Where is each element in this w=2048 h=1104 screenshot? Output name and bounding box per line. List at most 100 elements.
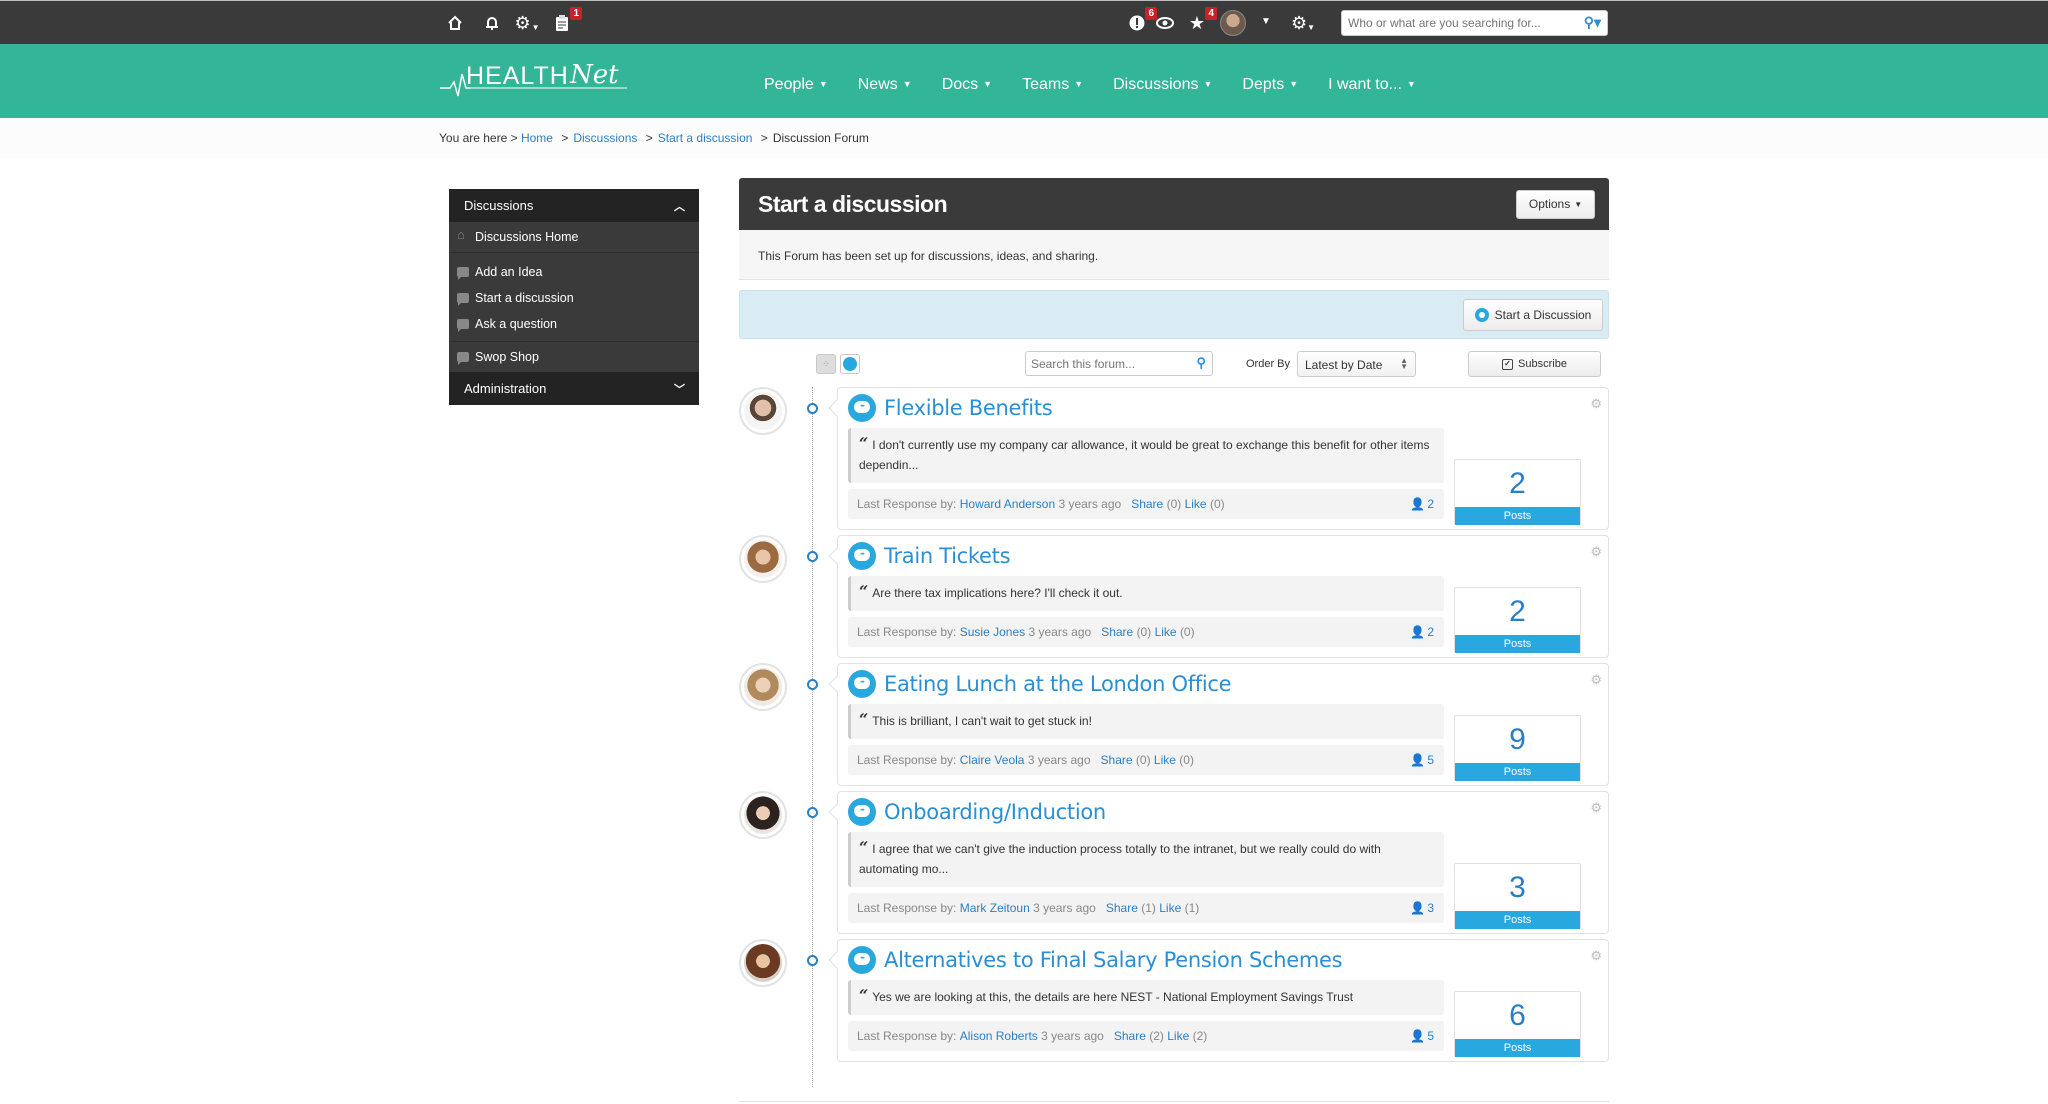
- nav-teams[interactable]: Teams ▼: [1022, 76, 1083, 94]
- discussion-title-link[interactable]: Onboarding/Induction: [838, 792, 1608, 832]
- participants-count[interactable]: 👤 5: [1410, 753, 1434, 767]
- start-discussion-button[interactable]: Start a Discussion: [1463, 299, 1603, 331]
- sidebar-item-ask-question[interactable]: Ask a question: [449, 311, 699, 337]
- author-avatar[interactable]: [739, 663, 787, 711]
- last-response-label: Last Response by:: [857, 1029, 957, 1043]
- options-button[interactable]: Options ▼: [1516, 189, 1595, 219]
- sidebar-item-label: Ask a question: [475, 317, 557, 331]
- author-avatar[interactable]: [739, 791, 787, 839]
- global-search-input[interactable]: [1342, 11, 1567, 35]
- posts-count-box[interactable]: 2 Posts: [1454, 587, 1581, 653]
- breadcrumb-separator: >: [760, 131, 768, 145]
- star-badge: 4: [1205, 7, 1217, 20]
- sidebar-section-administration[interactable]: Administration ﹀: [449, 372, 699, 405]
- user-menu-caret-icon[interactable]: ▼: [1261, 16, 1271, 27]
- discussion-title-link[interactable]: Alternatives to Final Salary Pension Sch…: [838, 940, 1608, 980]
- user-avatar[interactable]: [1220, 10, 1246, 36]
- view-switcher: ⁘: [816, 354, 860, 374]
- posts-count-box[interactable]: 2 Posts: [1454, 459, 1581, 525]
- posts-count-box[interactable]: 9 Posts: [1454, 715, 1581, 781]
- nav-label: People: [764, 76, 814, 93]
- quote-icon: “: [859, 838, 869, 857]
- like-link[interactable]: Like: [1185, 497, 1207, 511]
- author-avatar[interactable]: [739, 939, 787, 987]
- posts-count-box[interactable]: 6 Posts: [1454, 991, 1581, 1057]
- like-link[interactable]: Like: [1155, 625, 1177, 639]
- discussion-title: Flexible Benefits: [884, 396, 1053, 420]
- nav-depts[interactable]: Depts ▼: [1242, 76, 1298, 94]
- eye-icon[interactable]: [1153, 11, 1177, 35]
- speech-bubble-icon: [457, 293, 469, 306]
- home-icon[interactable]: [443, 11, 467, 35]
- author-avatar[interactable]: [739, 387, 787, 435]
- subscribe-label: Subscribe: [1518, 358, 1567, 370]
- share-link[interactable]: Share: [1106, 901, 1138, 915]
- nav-discussions[interactable]: Discussions ▼: [1113, 76, 1212, 94]
- order-by-select[interactable]: Latest by Date ▲ ▼: [1297, 351, 1416, 377]
- gear-icon[interactable]: ⚙: [1590, 396, 1602, 412]
- main-nav: People ▼ News ▼ Docs ▼ Teams ▼ Discussions ▼ …: [764, 76, 1446, 94]
- search-icon[interactable]: ⚲: [1196, 355, 1206, 371]
- grid-view-icon[interactable]: ⁘: [816, 354, 836, 374]
- participants-count[interactable]: 👤 3: [1410, 901, 1434, 915]
- latest-reply-quote: “Are there tax implications here? I'll c…: [848, 576, 1444, 611]
- gear-icon[interactable]: ⚙: [1590, 800, 1602, 816]
- discussion-title-link[interactable]: Train Tickets: [838, 536, 1608, 576]
- nav-people[interactable]: People ▼: [764, 76, 828, 94]
- person-icon: 👤: [1410, 901, 1426, 915]
- subscribe-button[interactable]: ✓ Subscribe: [1468, 351, 1601, 377]
- search-icon[interactable]: ⚲▾: [1584, 14, 1601, 31]
- star-icon[interactable]: ★ 4: [1185, 7, 1217, 35]
- share-link[interactable]: Share: [1101, 753, 1133, 767]
- bell-icon[interactable]: [480, 11, 504, 35]
- author-link[interactable]: Alison Roberts: [960, 1029, 1038, 1043]
- gear-icon[interactable]: ⚙ ▼: [514, 11, 539, 35]
- author-avatar[interactable]: [739, 535, 787, 583]
- avatar-photo: [744, 540, 782, 578]
- timeline-view-icon[interactable]: [840, 354, 860, 374]
- chevron-up-icon[interactable]: ︿: [674, 198, 685, 214]
- like-link[interactable]: Like: [1159, 901, 1181, 915]
- sidebar-item-swop-shop[interactable]: Swop Shop: [449, 342, 699, 372]
- alert-icon[interactable]: 6: [1125, 7, 1157, 35]
- discussion-icon: [1474, 308, 1489, 322]
- share-link[interactable]: Share: [1114, 1029, 1146, 1043]
- share-link[interactable]: Share: [1101, 625, 1133, 639]
- gear-icon[interactable]: ⚙: [1590, 544, 1602, 560]
- like-link[interactable]: Like: [1167, 1029, 1189, 1043]
- like-link[interactable]: Like: [1154, 753, 1176, 767]
- nav-news[interactable]: News ▼: [858, 76, 912, 94]
- author-link[interactable]: Claire Veola: [960, 753, 1025, 767]
- forum-search[interactable]: ⚲: [1025, 351, 1213, 376]
- participants-count[interactable]: 👤 2: [1410, 497, 1434, 511]
- discussion-title-link[interactable]: Flexible Benefits: [838, 388, 1608, 428]
- nav-i-want-to[interactable]: I want to... ▼: [1328, 76, 1416, 94]
- author-link[interactable]: Susie Jones: [960, 625, 1025, 639]
- breadcrumb-start-discussion[interactable]: Start a discussion: [658, 131, 753, 145]
- author-link[interactable]: Mark Zeitoun: [960, 901, 1030, 915]
- sidebar-item-discussions-home[interactable]: Discussions Home: [449, 222, 699, 252]
- share-link[interactable]: Share: [1131, 497, 1163, 511]
- settings-gear-icon[interactable]: ⚙ ▼: [1291, 11, 1315, 35]
- forum-search-input[interactable]: [1026, 352, 1176, 375]
- breadcrumb-home[interactable]: Home: [521, 131, 553, 145]
- global-search[interactable]: ⚲▾: [1341, 10, 1608, 36]
- author-link[interactable]: Howard Anderson: [960, 497, 1055, 511]
- discussion-meta: Last Response by: Howard Anderson 3 year…: [848, 489, 1444, 519]
- breadcrumb-discussions[interactable]: Discussions: [573, 131, 637, 145]
- share-count: (0): [1135, 753, 1151, 767]
- gear-icon[interactable]: ⚙: [1590, 948, 1602, 964]
- participants-count[interactable]: 👤 2: [1410, 625, 1434, 639]
- gear-icon[interactable]: ⚙: [1590, 672, 1602, 688]
- chevron-down-icon[interactable]: ﹀: [674, 381, 685, 397]
- discussion-title-link[interactable]: Eating Lunch at the London Office: [838, 664, 1608, 704]
- latest-reply-quote: “This is brilliant, I can't wait to get …: [848, 704, 1444, 739]
- participants-count[interactable]: 👤 5: [1410, 1029, 1434, 1043]
- last-response-label: Last Response by:: [857, 901, 957, 915]
- clipboard-icon[interactable]: 1: [550, 7, 582, 35]
- posts-count-box[interactable]: 3 Posts: [1454, 863, 1581, 929]
- sidebar-item-start-discussion[interactable]: Start a discussion: [449, 285, 699, 311]
- nav-docs[interactable]: Docs ▼: [942, 76, 992, 94]
- sidebar-section-discussions[interactable]: Discussions ︿: [449, 189, 699, 222]
- sidebar-item-add-idea[interactable]: Add an Idea: [449, 259, 699, 285]
